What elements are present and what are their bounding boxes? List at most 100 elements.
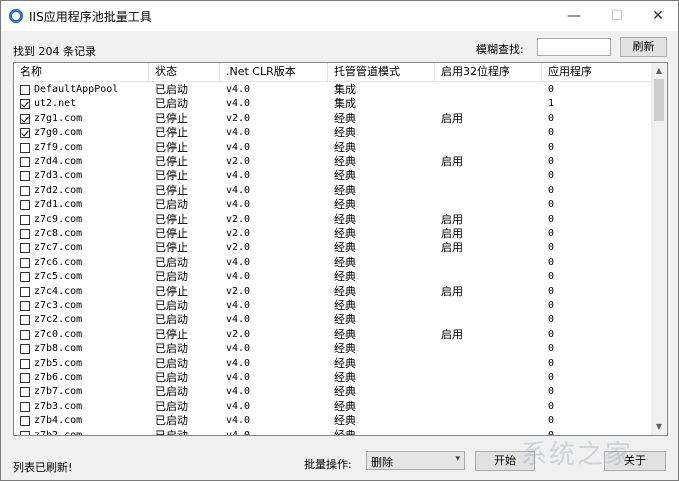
cell-pipeline: 经典	[334, 371, 356, 384]
column-header-pipeline[interactable]: 托管管道模式	[328, 63, 435, 81]
cell-apps: 0	[548, 300, 555, 311]
cell-clr: v2.0	[226, 242, 251, 254]
column-header-enable32[interactable]: 启用32位程序	[435, 63, 542, 81]
cell-enable32	[435, 313, 542, 327]
cell-name: z7c4.com	[34, 285, 83, 297]
table-row[interactable]: z7g1.com 已停止 v2.0 经典 启用 0	[14, 112, 651, 126]
table-row[interactable]: z7d3.com 已停止 v4.0 经典 0	[14, 169, 651, 183]
cell-enable32	[435, 385, 542, 399]
search-label: 模糊查找:	[476, 43, 524, 56]
cell-clr: v2.0	[226, 112, 251, 124]
cell-status: 已启动	[155, 428, 188, 436]
about-button[interactable]: 关于	[604, 451, 666, 471]
cell-pipeline: 经典	[334, 169, 356, 183]
column-header-status[interactable]: 状态	[149, 63, 220, 81]
table-row[interactable]: ut2.net 已启动 v4.0 集成 1	[14, 97, 651, 111]
cell-name: z7b8.com	[34, 343, 83, 355]
cell-enable32	[435, 256, 542, 270]
table-row[interactable]: z7d2.com 已停止 v4.0 经典 0	[14, 184, 651, 198]
cell-pipeline: 经典	[334, 399, 356, 413]
table-row[interactable]: z7c3.com 已启动 v4.0 经典 0	[14, 299, 651, 313]
cell-apps: 0	[548, 400, 555, 412]
cell-enable32: 启用	[441, 111, 463, 125]
cell-status: 已停止	[155, 111, 188, 125]
cell-enable32: 启用	[441, 227, 463, 240]
app-window: IIS应用程序池批量工具 — ☐ ✕ 找到 204 条记录 模糊查找: 刷新 名…	[0, 0, 679, 481]
search-input[interactable]	[537, 38, 611, 56]
table-row[interactable]: z7c0.com 已停止 v2.0 经典 启用 0	[14, 328, 651, 342]
cell-clr: v4.0	[226, 256, 251, 268]
minimize-button[interactable]: —	[557, 1, 591, 31]
scroll-up-icon[interactable]: ▲	[651, 63, 667, 79]
cell-clr: v4.0	[226, 300, 251, 311]
table-row[interactable]: z7c7.com 已停止 v2.0 经典 启用 0	[14, 241, 651, 255]
table-row[interactable]: z7d1.com 已启动 v4.0 经典 0	[14, 198, 651, 212]
refresh-button[interactable]: 刷新	[620, 37, 667, 57]
table-row[interactable]: z7f9.com 已停止 v4.0 经典 0	[14, 141, 651, 155]
table-row[interactable]: z7b4.com 已启动 v4.0 经典 0	[14, 414, 651, 428]
cell-clr: v4.0	[226, 372, 251, 383]
cell-enable32	[435, 429, 542, 435]
cell-enable32	[435, 169, 542, 183]
table-row[interactable]: z7c9.com 已停止 v2.0 经典 启用 0	[14, 213, 651, 227]
cell-enable32	[435, 357, 542, 371]
cell-clr: v4.0	[226, 141, 251, 153]
table-row[interactable]: z7c8.com 已停止 v2.0 经典 启用 0	[14, 227, 651, 241]
cell-apps: 0	[548, 199, 555, 211]
cell-status: 已启动	[155, 385, 188, 399]
cell-status: 已停止	[155, 183, 188, 197]
table-row[interactable]: z7c4.com 已停止 v2.0 经典 启用 0	[14, 285, 651, 299]
cell-status: 已启动	[155, 270, 188, 284]
table-row[interactable]: z7b7.com 已启动 v4.0 经典 0	[14, 385, 651, 399]
cell-name: z7d1.com	[34, 199, 83, 211]
cell-status: 已启动	[155, 399, 188, 413]
column-header-apps[interactable]: 应用程序	[542, 63, 651, 81]
cell-apps: 0	[548, 343, 555, 355]
table-row[interactable]: DefaultAppPool 已启动 v4.0 集成 0	[14, 83, 651, 97]
cell-status: 已启动	[155, 198, 188, 212]
vertical-scrollbar[interactable]: ▲ ▼	[651, 63, 667, 435]
cell-apps: 0	[548, 285, 555, 297]
table-row[interactable]: z7b3.com 已启动 v4.0 经典 0	[14, 400, 651, 414]
cell-pipeline: 经典	[334, 183, 356, 197]
scroll-thumb[interactable]	[654, 79, 664, 121]
table-row[interactable]: z7g0.com 已停止 v4.0 经典 0	[14, 126, 651, 140]
table-row[interactable]: z7b6.com 已启动 v4.0 经典 0	[14, 371, 651, 385]
table-row[interactable]: z7b2.com 已启动 v4.0 经典 0	[14, 428, 651, 436]
start-button[interactable]: 开始	[475, 451, 535, 471]
close-window-button[interactable]: ✕	[641, 1, 675, 31]
cell-pipeline: 经典	[334, 241, 356, 255]
cell-pipeline: 经典	[334, 198, 356, 212]
cell-status: 已启动	[155, 414, 188, 428]
list-header: 名称 状态 .Net CLR版本 托管管道模式 启用32位程序 应用程序	[14, 63, 651, 82]
column-header-clr[interactable]: .Net CLR版本	[220, 63, 328, 81]
cell-name: z7b2.com	[34, 429, 83, 436]
cell-apps: 0	[548, 141, 555, 153]
cell-enable32	[435, 184, 542, 198]
cell-apps: 0	[548, 271, 555, 283]
cell-pipeline: 集成	[334, 97, 356, 111]
maximize-button[interactable]: ☐	[600, 1, 634, 31]
cell-clr: v4.0	[226, 170, 251, 182]
column-header-name[interactable]: 名称	[14, 63, 149, 81]
cell-clr: v4.0	[226, 127, 251, 139]
table-row[interactable]: z7c6.com 已启动 v4.0 经典 0	[14, 256, 651, 270]
cell-apps: 1	[548, 98, 555, 110]
cell-clr: v4.0	[226, 343, 251, 355]
table-row[interactable]: z7c2.com 已启动 v4.0 经典 0	[14, 313, 651, 327]
cell-apps: 0	[548, 170, 555, 182]
cell-status: 已启动	[155, 97, 188, 111]
table-row[interactable]: z7d4.com 已停止 v2.0 经典 启用 0	[14, 155, 651, 169]
cell-enable32	[435, 371, 542, 385]
cell-pipeline: 经典	[334, 327, 356, 341]
cell-apps: 0	[548, 242, 555, 254]
cell-apps: 0	[548, 314, 555, 326]
table-row[interactable]: z7b8.com 已启动 v4.0 经典 0	[14, 342, 651, 356]
table-row[interactable]: z7b5.com 已启动 v4.0 经典 0	[14, 357, 651, 371]
scroll-down-icon[interactable]: ▼	[651, 419, 667, 435]
cell-status: 已停止	[155, 126, 188, 140]
cell-pipeline: 经典	[334, 212, 356, 226]
batch-operation-select[interactable]: 删除 ▾	[366, 451, 465, 470]
cell-clr: v2.0	[226, 213, 251, 225]
table-row[interactable]: z7c5.com 已启动 v4.0 经典 0	[14, 270, 651, 284]
